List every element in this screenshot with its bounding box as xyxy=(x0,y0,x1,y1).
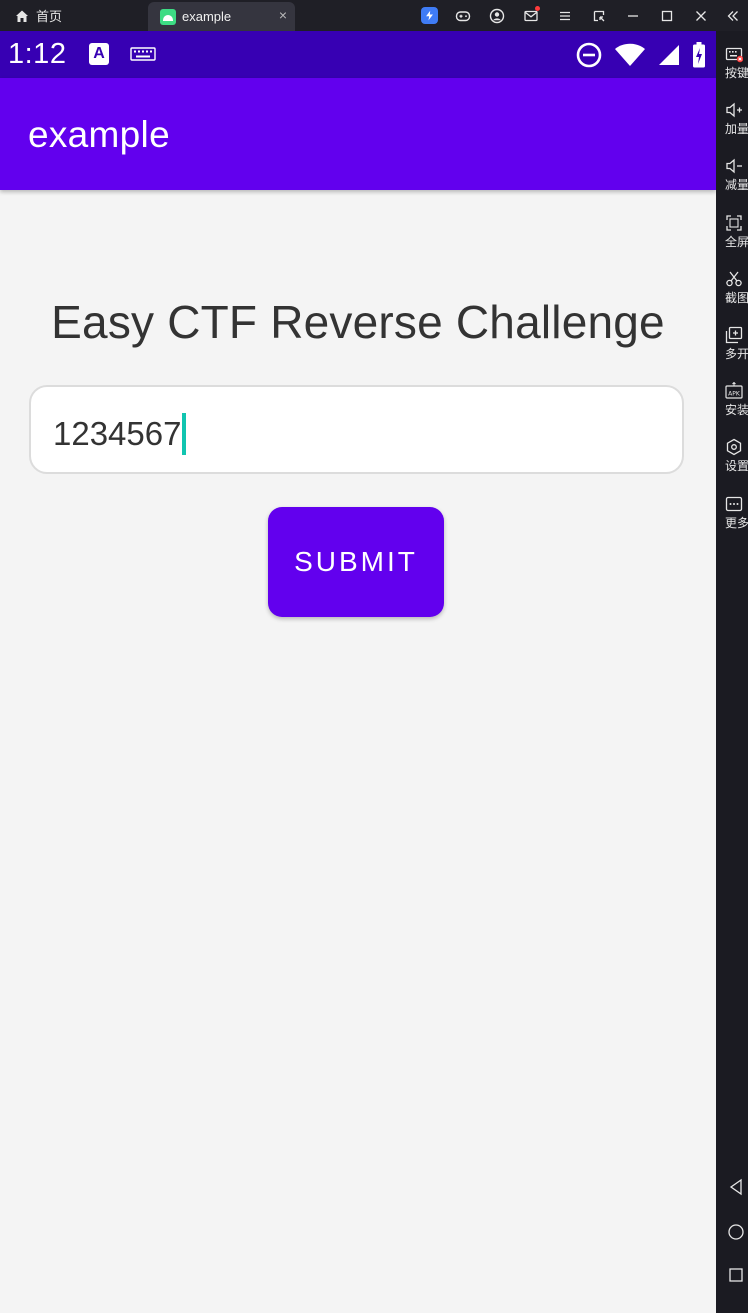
android-screen: 1:12 A example Easy CTF Reverse Challeng… xyxy=(0,31,716,1313)
sidebar-item-keymap[interactable]: 按键 xyxy=(725,45,748,80)
scissors-icon xyxy=(726,271,742,287)
app-tab[interactable]: example × xyxy=(148,2,295,31)
double-chevron-left-icon xyxy=(727,10,738,21)
svg-text:APK: APK xyxy=(728,391,741,398)
sidebar-item-volume-up[interactable]: 加量 xyxy=(725,101,748,136)
sidebar-item-screenshot[interactable]: 截图 xyxy=(725,270,748,305)
flag-input[interactable]: 1234567 xyxy=(29,385,684,474)
sidebar-item-label: 安装 xyxy=(725,403,748,417)
sidebar-item-label: 减量 xyxy=(725,178,748,192)
volume-up-icon xyxy=(726,102,742,118)
more-icon xyxy=(725,496,743,512)
restore-pin-icon xyxy=(593,10,605,21)
home-nav-icon[interactable] xyxy=(727,1223,745,1241)
app-bar: example xyxy=(0,78,716,190)
sidebar-item-label: 多开 xyxy=(725,347,748,361)
lightning-icon xyxy=(420,7,438,24)
maximize-icon xyxy=(661,10,673,21)
tab-close-icon[interactable]: × xyxy=(279,7,287,23)
notification-dot xyxy=(535,6,540,11)
keyboard-icon xyxy=(130,47,156,61)
do-not-disturb-icon xyxy=(576,42,602,68)
text-cursor xyxy=(182,413,187,455)
wifi-icon xyxy=(615,43,645,66)
back-nav-icon[interactable] xyxy=(727,1178,745,1196)
gamepad-button[interactable] xyxy=(446,0,480,31)
app-tab-label: example xyxy=(182,9,232,24)
pin-button[interactable] xyxy=(582,0,616,31)
sidebar-item-fullscreen[interactable]: 全屏 xyxy=(725,214,748,249)
emulator-title-bar: 首页 example × xyxy=(0,0,748,31)
accessibility-a-icon: A xyxy=(89,43,109,65)
close-icon xyxy=(696,10,706,21)
battery-charging-icon xyxy=(693,42,705,68)
multi-instance-icon xyxy=(725,326,743,344)
minimize-button[interactable] xyxy=(616,0,650,31)
menu-icon xyxy=(560,11,570,20)
home-tab[interactable]: 首页 xyxy=(14,6,62,25)
sidebar-item-install-apk[interactable]: APK 安装 xyxy=(725,382,748,417)
sidebar-item-label: 全屏 xyxy=(725,235,748,249)
menu-button[interactable] xyxy=(548,0,582,31)
sidebar-item-label: 设置 xyxy=(725,459,748,473)
settings-icon xyxy=(726,438,742,456)
user-icon xyxy=(489,8,505,23)
emulator-sidebar: 按键 加量 减量 全屏 截图 多开 APK 安装 设置 更多 xyxy=(716,31,748,1313)
account-button[interactable] xyxy=(480,0,514,31)
fullscreen-icon xyxy=(726,215,742,231)
apk-install-icon: APK xyxy=(725,382,743,399)
boost-button[interactable] xyxy=(412,0,446,31)
page-title: Easy CTF Reverse Challenge xyxy=(51,296,665,348)
mail-button[interactable] xyxy=(514,0,548,31)
sidebar-item-label: 截图 xyxy=(725,291,748,305)
gamepad-icon xyxy=(455,10,471,21)
sidebar-item-label: 按键 xyxy=(725,66,748,80)
sidebar-item-label: 更多 xyxy=(725,516,748,530)
volume-down-icon xyxy=(726,158,742,174)
submit-button[interactable]: SUBMIT xyxy=(268,507,444,617)
close-button[interactable] xyxy=(684,0,718,31)
recents-nav-icon[interactable] xyxy=(727,1266,745,1284)
sidebar-item-settings[interactable]: 设置 xyxy=(725,438,748,473)
keyboard-icon xyxy=(725,47,743,63)
status-bar: 1:12 A xyxy=(0,31,716,78)
maximize-button[interactable] xyxy=(650,0,684,31)
sidebar-item-volume-down[interactable]: 减量 xyxy=(725,157,748,192)
input-value: 1234567 xyxy=(53,415,182,452)
sidebar-item-more[interactable]: 更多 xyxy=(725,495,748,530)
cellular-signal-icon xyxy=(659,45,679,65)
collapse-sidebar-button[interactable] xyxy=(718,0,748,31)
android-app-icon xyxy=(160,8,176,25)
status-time: 1:12 xyxy=(8,38,67,70)
home-tab-label: 首页 xyxy=(36,9,63,24)
sidebar-item-label: 加量 xyxy=(725,122,748,136)
app-title: example xyxy=(28,114,170,155)
minimize-icon xyxy=(628,14,638,17)
sidebar-item-multi-instance[interactable]: 多开 xyxy=(725,326,748,361)
home-icon xyxy=(16,10,28,22)
